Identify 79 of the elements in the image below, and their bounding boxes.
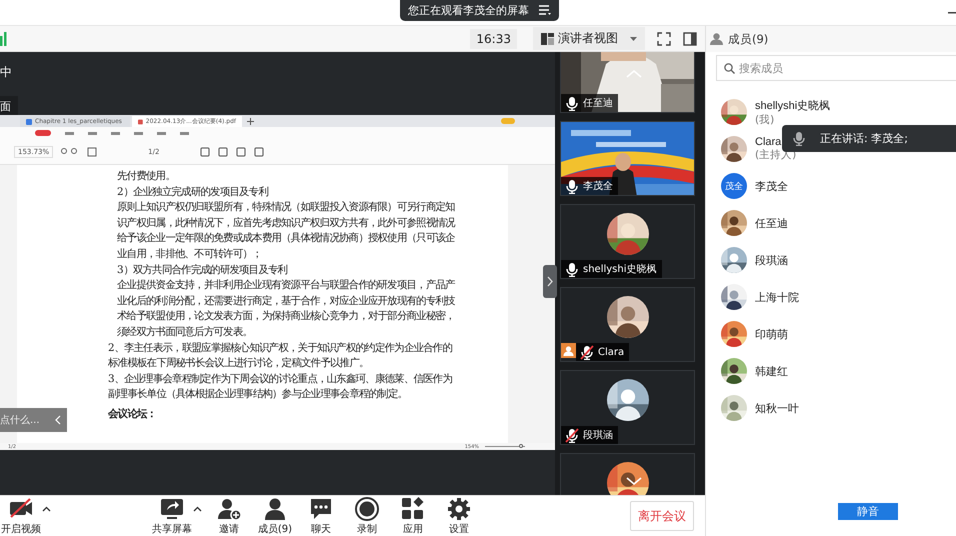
record-icon (354, 496, 380, 521)
caret-icon[interactable] (42, 506, 51, 512)
paragraph: 3、企业理事会章程制定作为下周会议的讨论重点，山东鑫珂、康德莱、信医作为副理事长单位（具体根据企业理事结构）参与企业理事会章程的制定。 (108, 372, 454, 402)
cut-text: 中 (0, 64, 12, 81)
participant-name: 任至迪 (583, 96, 613, 110)
paragraph: 3）双方共同合作完成的研发项目及专利 (116, 262, 288, 278)
toolbar-button[interactable]: 开启视频 (0, 496, 42, 536)
file-icon (138, 118, 143, 124)
minimize-icon[interactable] (948, 12, 956, 15)
zoom-icon[interactable] (61, 148, 80, 155)
tool-icon[interactable] (200, 146, 210, 156)
search-field[interactable]: 搜索成员 (716, 55, 956, 81)
menu-icon[interactable] (539, 5, 551, 16)
add-tab-icon[interactable] (247, 118, 254, 125)
paragraph: 先付费使用。 (116, 169, 176, 184)
toolbar-button[interactable]: 录制 (346, 496, 388, 536)
view-dropdown[interactable]: 演讲者视图 (533, 27, 645, 50)
input-hint-bar[interactable]: 点什么... (0, 408, 67, 432)
participant-name: 李茂全 (583, 180, 613, 193)
toolbar-button[interactable]: 共享屏幕 (151, 496, 193, 536)
menu-item-icon[interactable] (134, 132, 143, 134)
menu-item-icon[interactable] (65, 132, 74, 134)
tool-icon[interactable] (236, 146, 246, 156)
fullscreen-icon[interactable] (657, 32, 671, 46)
member-name: shellyshi史晓枫 (755, 98, 830, 112)
menu-item-icon[interactable] (88, 132, 97, 134)
apps-icon (400, 496, 426, 521)
search-icon (724, 63, 735, 74)
section-heading: 会议论坛： (108, 406, 158, 422)
collapse-icon[interactable] (55, 415, 61, 425)
menu-item-icon[interactable] (157, 132, 166, 134)
member-name: 上海十院 (755, 290, 799, 304)
speaking-text: 正在讲话: 李茂全; (820, 131, 908, 146)
expand-handle[interactable] (543, 265, 557, 298)
member-name: 李茂全 (755, 180, 788, 194)
member-role: (我) (755, 112, 776, 126)
tool-icon[interactable] (218, 146, 228, 156)
toolbar-button[interactable]: 成员(9) (254, 496, 296, 536)
mic-icon (792, 131, 806, 146)
person-icon (710, 33, 723, 45)
participant-name: shellyshi史晓枫 (583, 262, 657, 276)
participant-name: 段琪涵 (583, 428, 613, 442)
camera-off-icon (8, 496, 34, 521)
paragraph: 2、李主任表示，联盟应掌握核心知识产权，关于知识产权的约定作为企业合作的标准模板在下周秘书长会议上进行讨论，定稿文件予以推广。 (108, 340, 454, 372)
paragraph: 2）企业独立完成研的发项目及专利 (116, 184, 270, 200)
member-name: 段琪涵 (755, 254, 788, 268)
caret-icon[interactable] (193, 506, 202, 512)
file-icon (26, 118, 32, 124)
toolbar-button[interactable]: 设置 (438, 496, 480, 536)
rotate-icon[interactable] (87, 146, 98, 156)
paragraph: 原则上知识产权仍归联盟所有，特殊情况（如联盟投入资源有限）可另行商定知识产权归属，此种情况下，应首先考虑知识产权归双方共有，此外可参照视情况给予该企业一定年限的免费或成本费用（具体视情况协商）授权使用（只可该企业自用，非排他、不可转许可）； (116, 200, 456, 262)
paragraph: 企业提供资金支持，并非利用企业现有资源平台与联盟合作的研发项目，产品产业化后的利润分配，还需要进行商定，基于合作，对应企业应开放现有的专利技术给予联盟使用，论文发表方面，为保持商业核心竞争力，对于部分商业秘密，须经双方书面同意后方可发表。 (116, 278, 456, 340)
menu-item-icon[interactable] (180, 132, 189, 134)
mute-all-button[interactable]: 静音 (838, 503, 898, 520)
people-icon (262, 496, 288, 521)
signal-icon (0, 32, 7, 46)
initials-avatar: 茂全 (721, 173, 747, 199)
hint-text: 点什么... (0, 414, 40, 427)
tooltip: 面 (0, 96, 18, 117)
member-name: 任至迪 (755, 216, 788, 230)
leave-meeting-button[interactable]: 离开会议 (630, 501, 694, 531)
layout-icon (541, 32, 554, 44)
member-name: 韩建红 (755, 364, 788, 378)
tool-icon[interactable] (254, 146, 264, 156)
scroll-down-icon[interactable] (625, 476, 643, 486)
caret-icon (630, 36, 637, 40)
banner-text: 您正在观看李茂全的屏幕 (408, 3, 529, 18)
toolbar-button[interactable]: 应用 (392, 496, 434, 536)
panel-title: 成员(9) (728, 32, 768, 46)
member-name: 印萌萌 (755, 328, 788, 342)
toolbar-button[interactable]: 聊天 (300, 496, 342, 536)
host-icon (561, 343, 576, 358)
sidebar-toggle-icon[interactable] (683, 32, 697, 46)
menu-item-icon[interactable] (111, 132, 120, 134)
meeting-time: 16:33 (470, 28, 517, 48)
toolbar-button[interactable]: 邀请 (208, 496, 250, 536)
participant-name: Clara (598, 346, 624, 358)
member-name: 知秋一叶 (755, 402, 799, 416)
member-name: Clara (755, 136, 782, 148)
